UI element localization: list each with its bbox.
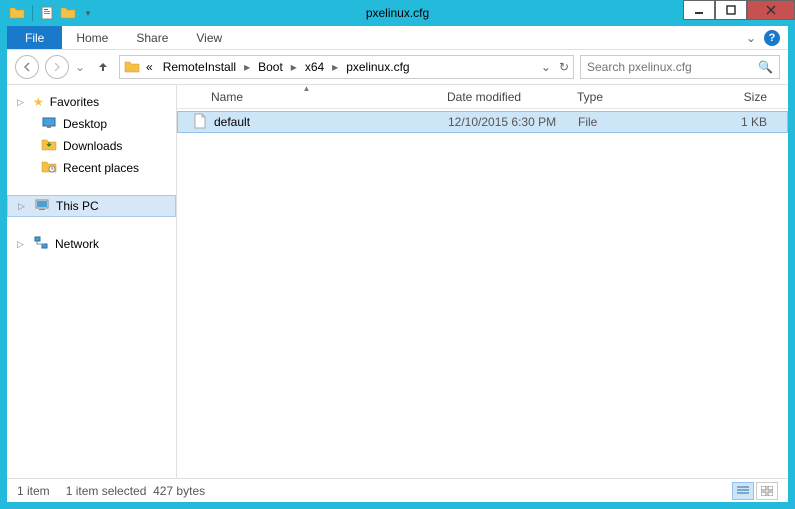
breadcrumb-boot[interactable]: Boot [254,60,287,74]
nav-label: This PC [56,199,99,213]
tab-home[interactable]: Home [62,26,122,49]
properties-icon[interactable] [39,4,57,22]
expand-icon[interactable]: ▷ [17,239,27,250]
file-size: 1 KB [658,115,787,129]
qat-separator [32,5,33,21]
desktop-icon [41,115,57,134]
nav-label: Downloads [63,139,122,153]
column-headers: ▲Name Date modified Type Size [177,85,788,109]
up-button[interactable] [93,57,113,77]
newfolder-icon[interactable] [59,4,77,22]
view-icons-button[interactable] [756,482,778,500]
search-icon[interactable]: 🔍 [758,60,773,74]
computer-icon [34,197,50,216]
col-size[interactable]: Size [657,85,788,108]
nav-recent[interactable]: Recent places [7,157,176,179]
nav-desktop[interactable]: Desktop [7,113,176,135]
file-name: default [214,115,250,129]
search-box[interactable]: 🔍 [580,55,780,79]
minimize-button[interactable] [683,0,715,20]
sort-asc-icon: ▲ [303,84,311,93]
nav-label: Network [55,237,99,251]
refresh-icon[interactable]: ↻ [559,60,569,74]
nav-label: Desktop [63,117,107,131]
back-button[interactable] [15,55,39,79]
breadcrumb-remoteinstall[interactable]: RemoteInstall [159,60,240,74]
qat-dropdown-icon[interactable]: ▾ [79,4,97,22]
file-row[interactable]: default 12/10/2015 6:30 PM File 1 KB [177,111,788,133]
status-count: 1 item [17,484,50,498]
status-selected: 1 item selected [66,484,147,498]
breadcrumb[interactable]: « RemoteInstall ▸ Boot ▸ x64 ▸ pxelinux.… [119,55,574,79]
folder-icon [124,59,140,75]
nav-network[interactable]: ▷ Network [7,233,176,255]
ribbon: File Home Share View ⌄ ? [7,26,788,50]
file-date: 12/10/2015 6:30 PM [438,115,568,129]
file-tab[interactable]: File [7,26,62,49]
expand-icon[interactable]: ▷ [18,201,28,212]
chevron-right-icon[interactable]: ▸ [242,60,252,74]
search-input[interactable] [587,60,758,74]
breadcrumb-x64[interactable]: x64 [301,60,328,74]
file-icon [192,113,208,132]
network-icon [33,235,49,254]
tab-share[interactable]: Share [122,26,182,49]
nav-label: Recent places [63,161,139,175]
breadcrumb-pxelinux[interactable]: pxelinux.cfg [342,60,413,74]
explorer-window: ▾ pxelinux.cfg File Home Share View ⌄ ? … [0,0,795,509]
nav-label: Favorites [50,95,99,109]
chevron-right-icon[interactable]: ▸ [289,60,299,74]
expand-icon[interactable]: ▷ [17,97,27,108]
col-date[interactable]: Date modified [437,85,567,108]
address-dropdown-icon[interactable]: ⌄ [541,60,551,74]
nav-favorites[interactable]: ▷ ★ Favorites [7,91,176,113]
star-icon: ★ [33,95,44,109]
maximize-button[interactable] [715,0,747,20]
ribbon-expand-icon[interactable]: ⌄ [746,31,756,45]
nav-pane: ▷ ★ Favorites Desktop Downloads [7,85,177,478]
tab-view[interactable]: View [182,26,236,49]
recent-icon [41,159,57,178]
forward-button[interactable] [45,55,69,79]
col-type[interactable]: Type [567,85,657,108]
history-dropdown-icon[interactable]: ⌄ [75,60,87,74]
body: ▷ ★ Favorites Desktop Downloads [7,84,788,478]
folder-icon [8,4,26,22]
close-button[interactable] [747,0,795,20]
col-name[interactable]: ▲Name [177,85,437,108]
downloads-icon [41,137,57,156]
nav-downloads[interactable]: Downloads [7,135,176,157]
window-title: pxelinux.cfg [366,6,429,20]
help-icon[interactable]: ? [764,30,780,46]
view-details-button[interactable] [732,482,754,500]
chevron-right-icon[interactable]: ▸ [330,60,340,74]
status-bytes: 427 bytes [153,484,205,498]
nav-thispc[interactable]: ▷ This PC [7,195,176,217]
titlebar: ▾ pxelinux.cfg [0,0,795,26]
breadcrumb-lead[interactable]: « [142,60,157,74]
file-list: ▲Name Date modified Type Size default 12… [177,85,788,478]
file-type: File [568,115,658,129]
status-bar: 1 item 1 item selected 427 bytes [7,478,788,502]
address-bar: ⌄ « RemoteInstall ▸ Boot ▸ x64 ▸ pxelinu… [7,50,788,84]
